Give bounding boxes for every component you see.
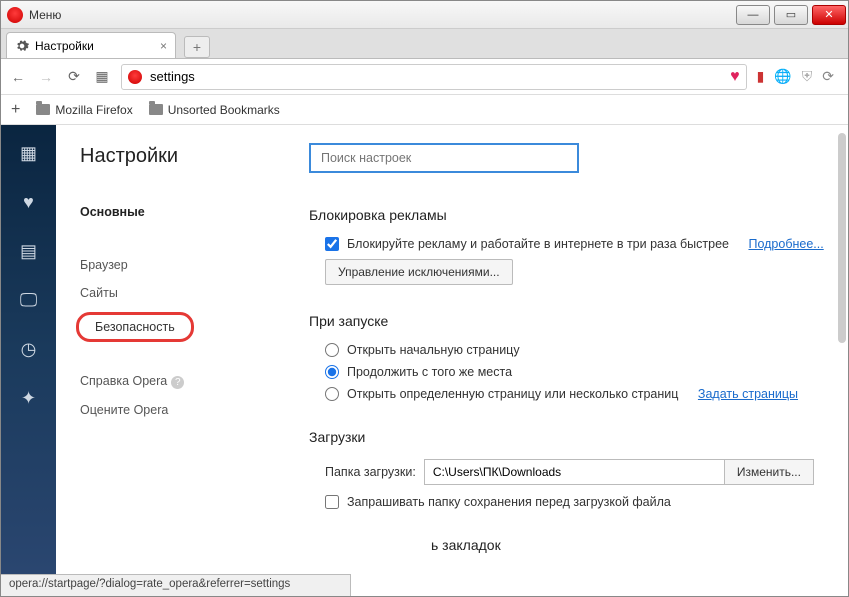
status-bar: opera://startpage/?dialog=rate_opera&ref… xyxy=(1,574,351,596)
window-titlebar: Меню — ▭ ✕ xyxy=(1,1,848,29)
bookmark-folder-firefox[interactable]: Mozilla Firefox xyxy=(36,103,132,117)
tab-close-icon[interactable]: × xyxy=(160,39,167,53)
adblock-label: Блокируйте рекламу и работайте в интерне… xyxy=(347,237,729,251)
sidebar-item-security[interactable]: Безопасность xyxy=(76,312,194,342)
sidebar-item-sites[interactable]: Сайты xyxy=(80,279,281,307)
adblock-checkbox[interactable] xyxy=(325,237,339,251)
back-button[interactable]: ← xyxy=(9,68,27,86)
address-input[interactable] xyxy=(150,69,730,84)
ask-save-label: Запрашивать папку сохранения перед загру… xyxy=(347,495,671,509)
manage-exceptions-button[interactable]: Управление исключениями... xyxy=(325,259,513,285)
opera-icon xyxy=(128,70,142,84)
history-icon[interactable]: ◷ xyxy=(17,339,41,360)
forward-button[interactable]: → xyxy=(37,68,55,86)
speed-dial-button[interactable]: ▦ xyxy=(93,68,111,86)
bookmark-folder-unsorted[interactable]: Unsorted Bookmarks xyxy=(149,103,280,117)
startup-opt2: Продолжить с того же места xyxy=(347,365,512,379)
menu-button[interactable]: Меню xyxy=(29,8,61,22)
settings-title: Настройки xyxy=(80,145,281,168)
close-button[interactable]: ✕ xyxy=(812,5,846,25)
navigation-bar: ← → ⟳ ▦ ♥ ▮ 🌐 ⛨ ⟳ xyxy=(1,59,848,95)
section-startup-title: При запуске xyxy=(309,313,826,329)
download-path-input[interactable] xyxy=(424,459,724,485)
tab-title: Настройки xyxy=(35,39,94,53)
ask-save-checkbox[interactable] xyxy=(325,495,339,509)
address-bar[interactable]: ♥ xyxy=(121,64,747,90)
globe-icon[interactable]: 🌐 xyxy=(774,68,791,85)
add-bookmark-button[interactable]: + xyxy=(11,101,20,119)
sidebar-item-browser[interactable]: Браузер xyxy=(80,251,281,279)
minimize-button[interactable]: — xyxy=(736,5,770,25)
sidebar-item-basic[interactable]: Основные xyxy=(80,198,281,231)
settings-search-input[interactable] xyxy=(309,143,579,173)
heart-icon[interactable]: ♥ xyxy=(730,68,740,86)
extensions-icon[interactable]: ✦ xyxy=(17,388,41,409)
startup-opt3: Открыть определенную страницу или нескол… xyxy=(347,387,678,401)
opera-logo-icon xyxy=(7,7,23,23)
reload-button[interactable]: ⟳ xyxy=(65,68,83,86)
sidebar-item-help[interactable]: Справка Opera? xyxy=(80,367,281,396)
maximize-button[interactable]: ▭ xyxy=(774,5,808,25)
scrollbar[interactable] xyxy=(838,133,846,343)
new-tab-button[interactable]: + xyxy=(184,36,210,58)
section-adblock-title: Блокировка рекламы xyxy=(309,207,826,223)
download-folder-label: Папка загрузки: xyxy=(325,465,416,479)
settings-panel: Настройки Основные Браузер Сайты Безопас… xyxy=(56,125,848,574)
startup-radio-startpage[interactable] xyxy=(325,343,339,357)
settings-content: Блокировка рекламы Блокируйте рекламу и … xyxy=(281,125,848,574)
startup-opt1: Открыть начальную страницу xyxy=(347,343,520,357)
gear-icon xyxy=(15,39,29,53)
settings-sidebar: Настройки Основные Браузер Сайты Безопас… xyxy=(56,125,281,574)
bookmarks-icon[interactable]: ♥ xyxy=(17,192,41,213)
startup-radio-continue[interactable] xyxy=(325,365,339,379)
download-icon[interactable]: ⟳ xyxy=(822,68,834,85)
change-folder-button[interactable]: Изменить... xyxy=(724,459,814,485)
help-icon: ? xyxy=(171,376,184,389)
vertical-sidebar: ▦ ♥ ▤ 🖵 ◷ ✦ xyxy=(1,125,56,574)
tab-settings[interactable]: Настройки × xyxy=(6,32,176,58)
folder-icon xyxy=(36,104,50,115)
shield-icon[interactable]: ⛨ xyxy=(802,68,813,85)
section-bookmarks-title-partial: ь закладок xyxy=(431,537,826,553)
bookmark-bar: + Mozilla Firefox Unsorted Bookmarks xyxy=(1,95,848,125)
adblock-more-link[interactable]: Подробнее... xyxy=(748,237,823,251)
speed-dial-icon[interactable]: ▦ xyxy=(17,143,41,164)
bookmark-icon[interactable]: ▮ xyxy=(757,68,765,85)
section-downloads-title: Загрузки xyxy=(309,429,826,445)
folder-icon xyxy=(149,104,163,115)
sync-icon[interactable]: 🖵 xyxy=(17,290,41,311)
tab-strip: Настройки × + xyxy=(1,29,848,59)
startup-radio-specific[interactable] xyxy=(325,387,339,401)
bookmark-label: Mozilla Firefox xyxy=(55,103,132,117)
bookmark-label: Unsorted Bookmarks xyxy=(168,103,280,117)
set-pages-link[interactable]: Задать страницы xyxy=(698,387,798,401)
news-icon[interactable]: ▤ xyxy=(17,241,41,262)
main-area: ▦ ♥ ▤ 🖵 ◷ ✦ Настройки Основные Браузер С… xyxy=(1,125,848,574)
sidebar-item-rate[interactable]: Оцените Opera xyxy=(80,396,281,424)
